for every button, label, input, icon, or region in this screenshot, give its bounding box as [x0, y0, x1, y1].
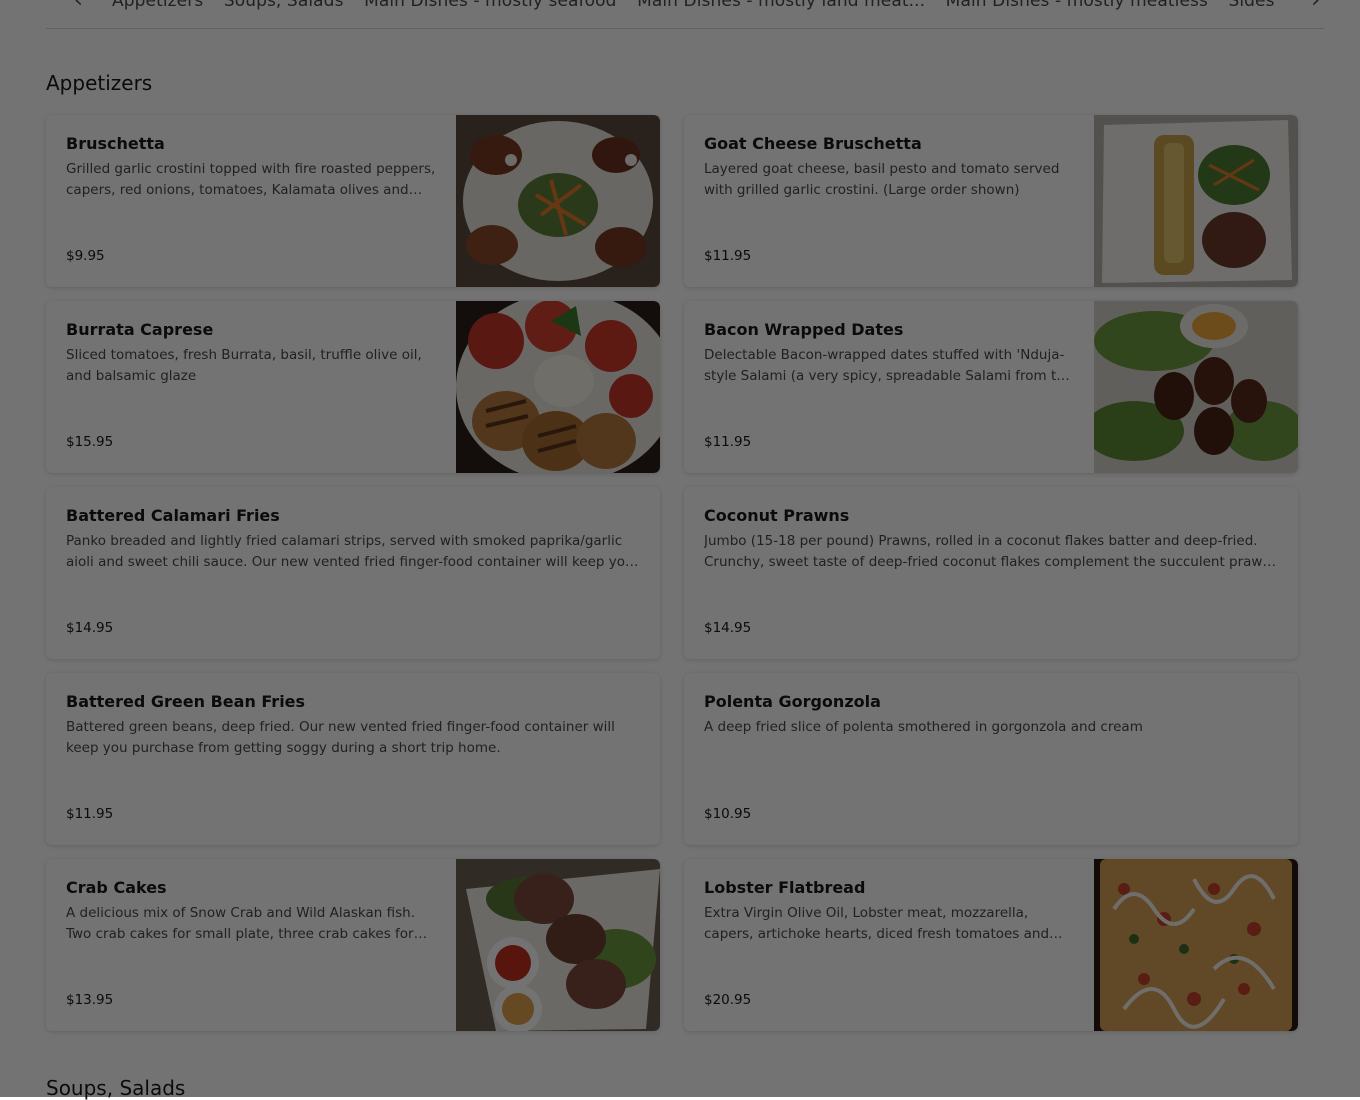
item-photo	[456, 115, 660, 287]
item-description: Sliced tomatoes, fresh Burrata, basil, t…	[66, 347, 422, 384]
item-photo	[1094, 859, 1298, 1031]
item-price: $10.95	[704, 806, 752, 822]
menu-item-card[interactable]: Battered Calamari Fries Panko breaded an…	[46, 487, 660, 659]
chevron-right-icon[interactable]: ›	[1311, 0, 1320, 13]
tab-main-land-meat[interactable]: Main Dishes - mostly land meat...	[637, 0, 925, 11]
item-description: A delicious mix of Snow Crab and Wild Al…	[66, 905, 416, 942]
item-price: $9.95	[66, 248, 105, 264]
item-price: $14.95	[704, 620, 752, 636]
item-price: $11.95	[704, 434, 752, 450]
menu-item-card[interactable]: Crab Cakes A delicious mix of Snow Crab …	[46, 859, 660, 1031]
item-description: Battered green beans, deep fried. Our ne…	[66, 719, 615, 756]
item-price: $15.95	[66, 434, 114, 450]
menu-item-card[interactable]: Battered Green Bean Fries Battered green…	[46, 673, 660, 845]
item-photo	[456, 301, 660, 473]
item-name: Battered Calamari Fries	[66, 506, 280, 525]
item-photo	[1094, 301, 1298, 473]
menu-item-card[interactable]: Lobster Flatbread Extra Virgin Olive Oil…	[684, 859, 1298, 1031]
item-name: Coconut Prawns	[704, 506, 850, 525]
tab-soups-salads[interactable]: Soups, Salads	[224, 0, 344, 11]
item-price: $20.95	[704, 992, 752, 1008]
item-photo	[456, 859, 660, 1031]
menu-item-card[interactable]: Bruschetta Grilled garlic crostini toppe…	[46, 115, 660, 287]
item-name: Crab Cakes	[66, 878, 167, 897]
item-name: Burrata Caprese	[66, 320, 214, 339]
item-name: Goat Cheese Bruschetta	[704, 134, 922, 153]
menu-page: ‹ Appetizers Soups, Salads Main Dishes -…	[0, 0, 1360, 1100]
item-description: A deep fried slice of polenta smothered …	[704, 719, 1143, 735]
menu-item-card[interactable]: Bacon Wrapped Dates Delectable Bacon-wra…	[684, 301, 1298, 473]
menu-item-card[interactable]: Goat Cheese Bruschetta Layered goat chee…	[684, 115, 1298, 287]
tab-sides[interactable]: Sides	[1228, 0, 1274, 11]
tab-appetizers[interactable]: Appetizers	[112, 0, 203, 11]
item-name: Polenta Gorgonzola	[704, 692, 881, 711]
item-photo	[1094, 115, 1298, 287]
item-price: $13.95	[66, 992, 114, 1008]
tab-main-meatless[interactable]: Main Dishes - mostly meatless	[946, 0, 1208, 11]
category-nav: ‹ Appetizers Soups, Salads Main Dishes -…	[46, 0, 1324, 29]
category-tabs: Appetizers Soups, Salads Main Dishes - m…	[112, 0, 1290, 11]
item-description: Grilled garlic crostini topped with fire…	[66, 161, 436, 198]
tab-main-seafood[interactable]: Main Dishes - mostly seafood	[364, 0, 616, 11]
item-name: Bacon Wrapped Dates	[704, 320, 904, 339]
item-description: Layered goat cheese, basil pesto and tom…	[704, 161, 1060, 198]
item-name: Lobster Flatbread	[704, 878, 866, 897]
menu-item-card[interactable]: Burrata Caprese Sliced tomatoes, fresh B…	[46, 301, 660, 473]
item-description: Panko breaded and lightly fried calamari…	[66, 533, 634, 570]
section-title-appetizers: Appetizers	[46, 71, 153, 95]
item-name: Bruschetta	[66, 134, 165, 153]
section-title-soups-salads: Soups, Salads	[46, 1076, 186, 1100]
item-name: Battered Green Bean Fries	[66, 692, 306, 711]
item-price: $14.95	[66, 620, 114, 636]
item-price: $11.95	[704, 248, 752, 264]
menu-item-card[interactable]: Polenta Gorgonzola A deep fried slice of…	[684, 673, 1298, 845]
chevron-left-icon[interactable]: ‹	[74, 0, 83, 13]
item-price: $11.95	[66, 806, 114, 822]
item-description: Jumbo (15-18 per pound) Prawns, rolled i…	[704, 533, 1276, 570]
item-description: Extra Virgin Olive Oil, Lobster meat, mo…	[704, 905, 1050, 942]
item-description: Delectable Bacon-wrapped dates stuffed w…	[704, 347, 1074, 384]
menu-item-card[interactable]: Coconut Prawns Jumbo (15-18 per pound) P…	[684, 487, 1298, 659]
